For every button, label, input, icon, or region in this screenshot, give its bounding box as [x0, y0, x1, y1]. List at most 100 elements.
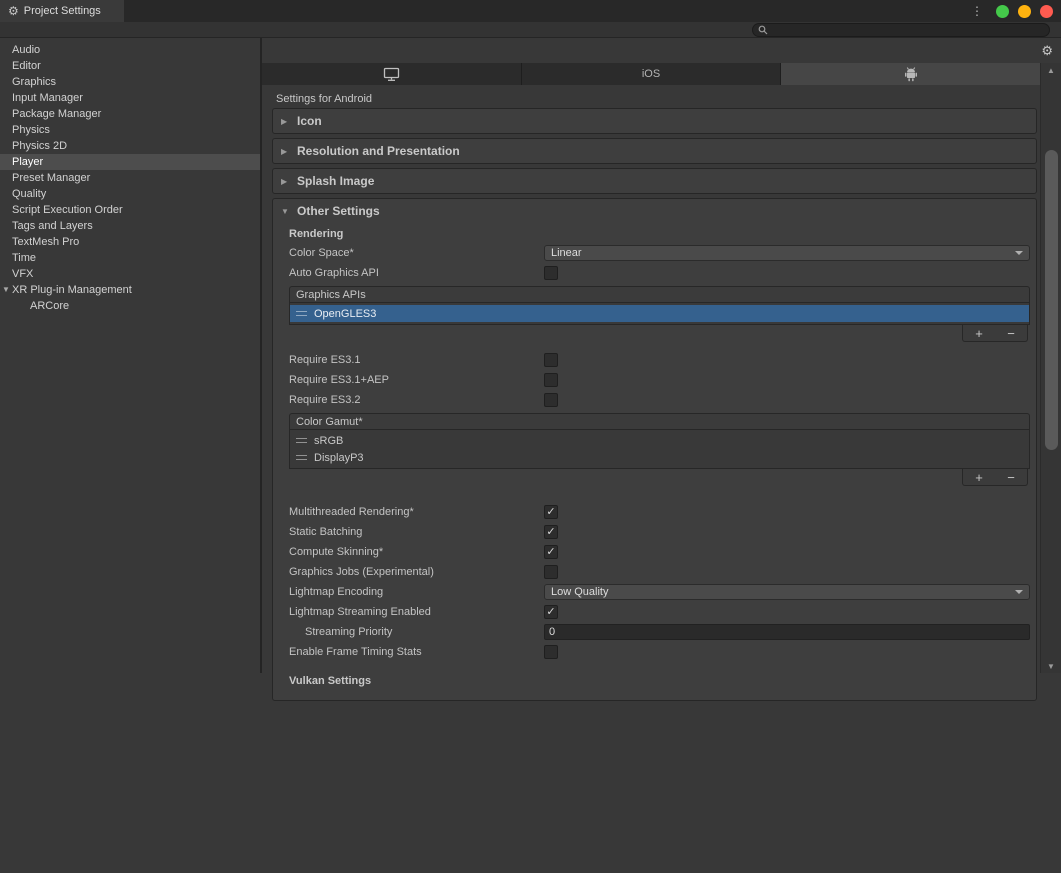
drag-handle-icon[interactable] [296, 455, 307, 460]
rendering-heading: Rendering [289, 225, 1030, 243]
chevron-right-icon: ▶ [281, 147, 291, 156]
list-item-srgb[interactable]: sRGB [290, 432, 1029, 449]
chevron-down-icon: ▼ [281, 207, 291, 216]
drag-handle-icon[interactable] [296, 438, 307, 443]
static-batching-checkbox[interactable]: ✓ [544, 525, 558, 539]
window-titlebar: ⚙ Project Settings ⋮ [0, 0, 1061, 22]
sidebar-item-arcore[interactable]: ARCore [0, 298, 260, 314]
traffic-light-red[interactable] [1040, 5, 1053, 18]
add-button[interactable]: + [963, 325, 995, 341]
section-title: Icon [297, 114, 322, 128]
color-gamut-list: Color Gamut* sRGB DisplayP3 [289, 413, 1030, 469]
sidebar-item-package-manager[interactable]: Package Manager [0, 106, 260, 122]
frame-timing-stats-checkbox[interactable] [544, 645, 558, 659]
scroll-down-icon[interactable]: ▼ [1041, 662, 1061, 671]
row-streaming-priority: Streaming Priority [289, 622, 1030, 642]
row-auto-graphics-api: Auto Graphics API [289, 263, 1030, 283]
scrollbar-thumb[interactable] [1045, 150, 1058, 450]
row-static-batching: Static Batching ✓ [289, 522, 1030, 542]
dropdown-value: Linear [551, 247, 1015, 259]
kebab-menu-icon[interactable]: ⋮ [971, 4, 983, 18]
search-icon [758, 25, 768, 35]
auto-graphics-api-checkbox[interactable] [544, 266, 558, 280]
sidebar-item-editor[interactable]: Editor [0, 58, 260, 74]
require-es31-aep-checkbox[interactable] [544, 373, 558, 387]
tab-standalone[interactable] [262, 63, 521, 85]
chevron-down-icon[interactable]: ▼ [2, 282, 10, 298]
section-icon[interactable]: ▶ Icon [272, 108, 1037, 134]
tab-ios[interactable]: iOS [522, 63, 781, 85]
sidebar-item-physics[interactable]: Physics [0, 122, 260, 138]
color-gamut-list-footer: + − [962, 469, 1028, 486]
list-item-displayp3[interactable]: DisplayP3 [290, 449, 1029, 466]
add-button[interactable]: + [963, 469, 995, 485]
sidebar-item-xr-plugin-management[interactable]: ▼ XR Plug-in Management [0, 282, 260, 298]
traffic-light-yellow[interactable] [1018, 5, 1031, 18]
section-resolution-and-presentation[interactable]: ▶ Resolution and Presentation [272, 138, 1037, 164]
graphics-jobs-checkbox[interactable] [544, 565, 558, 579]
color-gamut-list-header: Color Gamut* [289, 413, 1030, 430]
row-require-es31-aep: Require ES3.1+AEP [289, 370, 1030, 390]
dropdown-value: Low Quality [551, 586, 1015, 598]
field-label: Streaming Priority [289, 626, 544, 638]
list-item-opengles3[interactable]: OpenGLES3 [290, 305, 1029, 322]
remove-button[interactable]: − [995, 469, 1027, 485]
section-title: Resolution and Presentation [297, 144, 460, 158]
sidebar-item-textmesh-pro[interactable]: TextMesh Pro [0, 234, 260, 250]
project-settings-window-tab[interactable]: ⚙ Project Settings [0, 0, 124, 22]
sidebar-item-graphics[interactable]: Graphics [0, 74, 260, 90]
row-multithreaded-rendering: Multithreaded Rendering* ✓ [289, 502, 1030, 522]
section-splash-image[interactable]: ▶ Splash Image [272, 168, 1037, 194]
field-label: Lightmap Encoding [289, 586, 544, 598]
row-frame-timing-stats: Enable Frame Timing Stats [289, 642, 1030, 662]
field-label: Require ES3.1+AEP [289, 374, 544, 386]
search-input[interactable] [772, 24, 1044, 36]
toolbar [0, 22, 1061, 38]
sidebar-item-physics-2d[interactable]: Physics 2D [0, 138, 260, 154]
row-compute-skinning: Compute Skinning* ✓ [289, 542, 1030, 562]
monitor-icon [383, 67, 400, 82]
row-require-es31: Require ES3.1 [289, 350, 1030, 370]
sidebar-item-vfx[interactable]: VFX [0, 266, 260, 282]
settings-category-sidebar: Audio Editor Graphics Input Manager Pack… [0, 38, 260, 673]
sidebar-item-player[interactable]: Player [0, 154, 260, 170]
require-es31-checkbox[interactable] [544, 353, 558, 367]
color-space-dropdown[interactable]: Linear [544, 245, 1030, 261]
gear-icon: ⚙ [8, 4, 19, 18]
sidebar-item-input-manager[interactable]: Input Manager [0, 90, 260, 106]
remove-button[interactable]: − [995, 325, 1027, 341]
compute-skinning-checkbox[interactable]: ✓ [544, 545, 558, 559]
sidebar-item-preset-manager[interactable]: Preset Manager [0, 170, 260, 186]
platform-tabstrip: iOS [262, 63, 1040, 85]
tab-android[interactable] [781, 63, 1040, 85]
require-es32-checkbox[interactable] [544, 393, 558, 407]
gear-icon[interactable]: ⚙ [1041, 44, 1053, 57]
row-graphics-jobs: Graphics Jobs (Experimental) [289, 562, 1030, 582]
chevron-right-icon: ▶ [281, 177, 291, 186]
field-label: Graphics Jobs (Experimental) [289, 566, 544, 578]
sidebar-item-time[interactable]: Time [0, 250, 260, 266]
android-robot-icon [904, 67, 918, 82]
row-lightmap-encoding: Lightmap Encoding Low Quality [289, 582, 1030, 602]
chevron-right-icon: ▶ [281, 117, 291, 126]
streaming-priority-input[interactable] [544, 624, 1030, 640]
list-item-label: OpenGLES3 [314, 308, 376, 320]
other-settings-header[interactable]: ▼ Other Settings [273, 199, 1036, 223]
sidebar-item-audio[interactable]: Audio [0, 42, 260, 58]
vertical-scrollbar[interactable]: ▲ ▼ [1040, 63, 1061, 673]
field-label: Compute Skinning* [289, 546, 544, 558]
multithreaded-rendering-checkbox[interactable]: ✓ [544, 505, 558, 519]
sidebar-item-quality[interactable]: Quality [0, 186, 260, 202]
sidebar-item-tags-and-layers[interactable]: Tags and Layers [0, 218, 260, 234]
search-box[interactable] [752, 23, 1050, 37]
field-label: Auto Graphics API [289, 267, 544, 279]
sidebar-item-script-execution-order[interactable]: Script Execution Order [0, 202, 260, 218]
drag-handle-icon[interactable] [296, 311, 307, 316]
field-label: Require ES3.1 [289, 354, 544, 366]
lightmap-streaming-checkbox[interactable]: ✓ [544, 605, 558, 619]
field-label: Color Space* [289, 247, 544, 259]
traffic-light-green[interactable] [996, 5, 1009, 18]
settings-for-label: Settings for Android [276, 93, 372, 105]
scroll-up-icon[interactable]: ▲ [1041, 66, 1061, 75]
lightmap-encoding-dropdown[interactable]: Low Quality [544, 584, 1030, 600]
